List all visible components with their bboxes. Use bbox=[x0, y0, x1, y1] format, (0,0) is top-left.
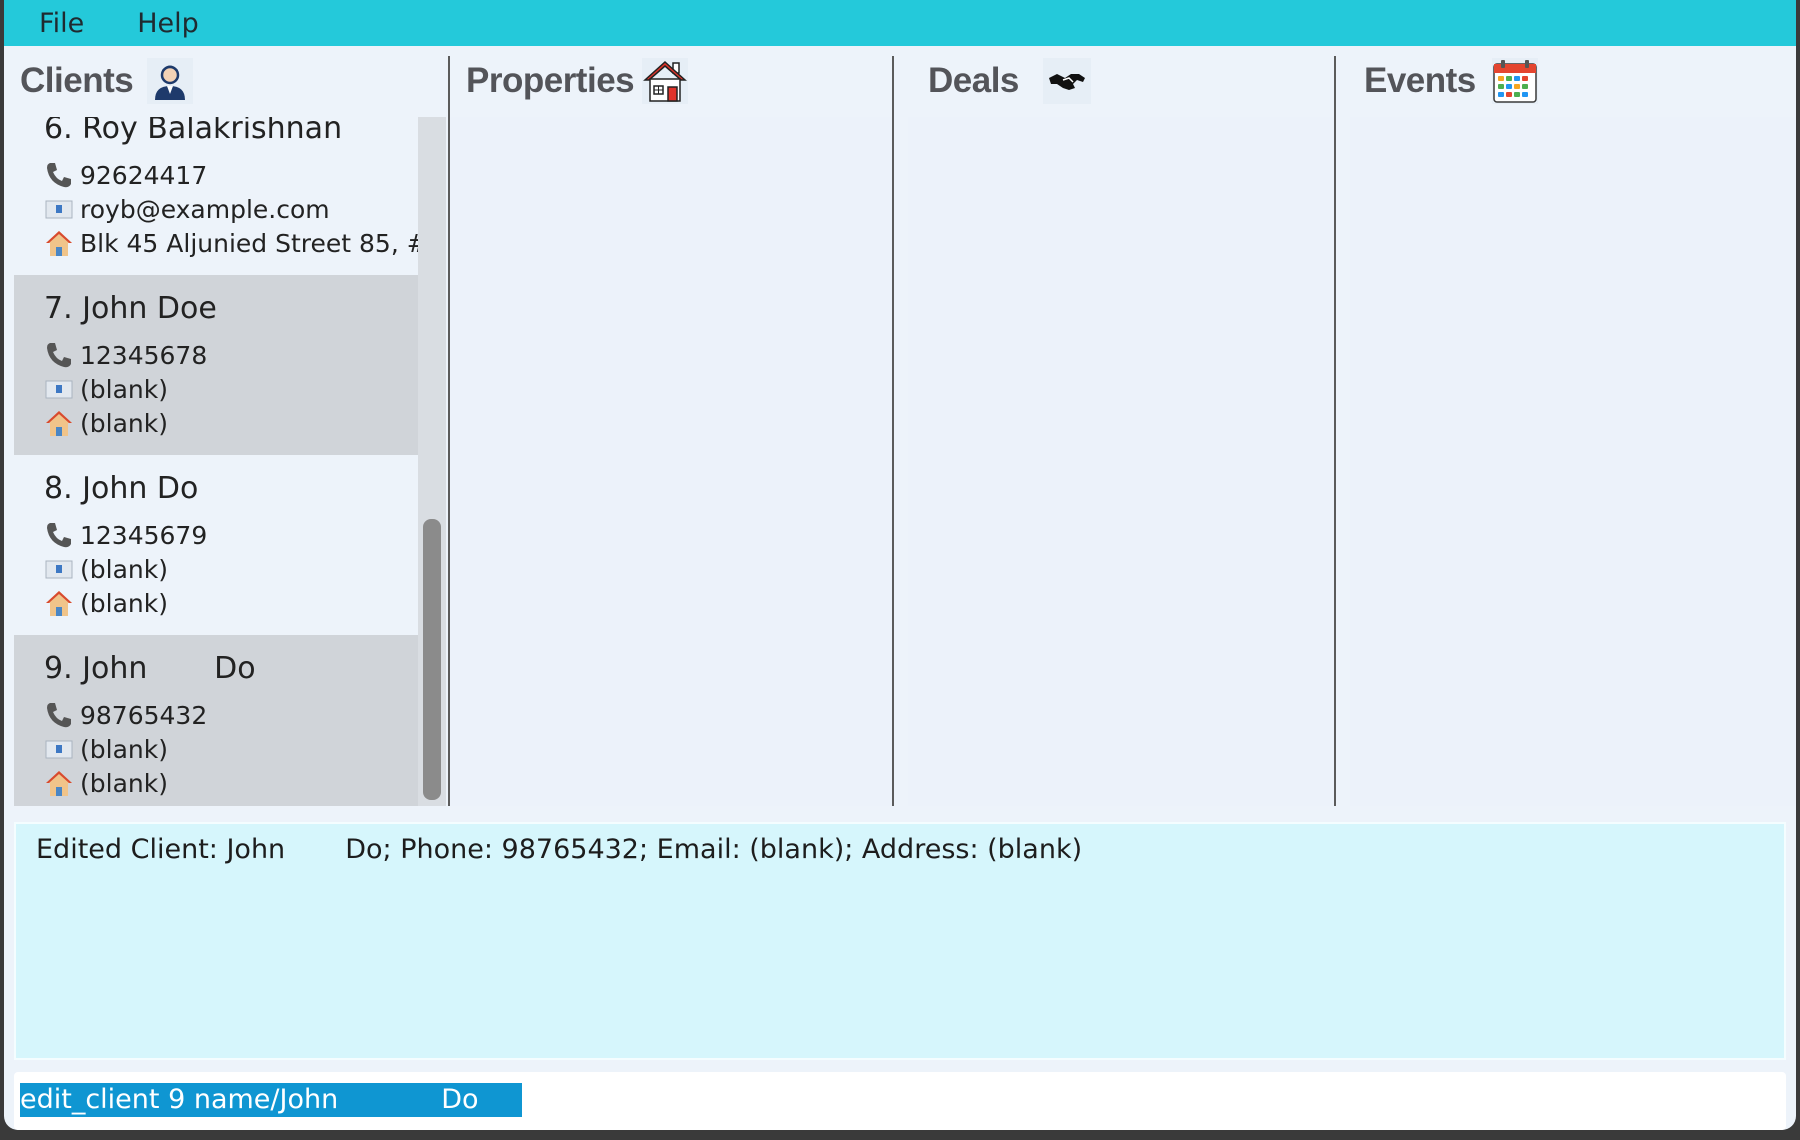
client-phone: 12345678 bbox=[80, 340, 208, 370]
client-email: (blank) bbox=[80, 734, 168, 764]
property-list[interactable] bbox=[450, 117, 892, 806]
handshake-icon bbox=[1042, 58, 1091, 104]
scrollbar-thumb[interactable] bbox=[423, 519, 441, 800]
client-card[interactable]: 6. Roy Balakrishnan 92624417 royb@exampl… bbox=[14, 117, 418, 275]
email-icon bbox=[44, 197, 80, 221]
command-text-selected[interactable]: edit_client 9 name/John Do bbox=[20, 1083, 522, 1117]
client-address-row: (blank) bbox=[44, 406, 168, 440]
email-icon bbox=[44, 377, 80, 401]
client-email-row: royb@example.com bbox=[44, 192, 330, 226]
menu-bar: File Help bbox=[4, 0, 1796, 46]
client-email: (blank) bbox=[80, 554, 168, 584]
house-icon bbox=[642, 58, 689, 104]
client-address: (blank) bbox=[80, 408, 168, 438]
house-small-icon bbox=[44, 408, 80, 438]
client-phone: 92624417 bbox=[80, 160, 208, 190]
properties-title: Properties bbox=[466, 61, 635, 100]
phone-icon bbox=[44, 340, 80, 370]
client-email-row: (blank) bbox=[44, 732, 168, 766]
house-small-icon bbox=[44, 588, 80, 618]
client-list-scrollbar[interactable] bbox=[418, 117, 446, 806]
email-icon bbox=[44, 737, 80, 761]
client-phone-row: 92624417 bbox=[44, 158, 207, 192]
events-header: Events bbox=[1364, 46, 1796, 116]
client-address-row: (blank) bbox=[44, 586, 168, 620]
result-display[interactable]: Edited Client: John Do; Phone: 98765432;… bbox=[14, 822, 1786, 1060]
client-name: 9. John Do bbox=[44, 651, 256, 686]
events-title: Events bbox=[1364, 61, 1476, 100]
calendar-icon bbox=[1491, 58, 1538, 104]
client-email: royb@example.com bbox=[80, 194, 330, 224]
deals-title: Deals bbox=[928, 61, 1019, 100]
client-card[interactable]: 9. John Do 98765432 (blank) (blank) bbox=[14, 635, 418, 806]
phone-icon bbox=[44, 520, 80, 550]
client-phone: 12345679 bbox=[80, 520, 208, 550]
client-address: (blank) bbox=[80, 588, 168, 618]
email-icon bbox=[44, 557, 80, 581]
client-email: (blank) bbox=[80, 374, 168, 404]
client-name: 7. John Doe bbox=[44, 291, 217, 326]
result-message: Edited Client: John Do; Phone: 98765432;… bbox=[36, 834, 1083, 865]
app-window: File Help Clients 6. Roy Balakrishnan 92… bbox=[4, 0, 1796, 1130]
client-email-row: (blank) bbox=[44, 372, 168, 406]
phone-icon bbox=[44, 160, 80, 190]
deal-list[interactable] bbox=[908, 117, 1336, 806]
client-person-icon bbox=[147, 58, 194, 104]
menu-file[interactable]: File bbox=[39, 8, 84, 39]
house-small-icon bbox=[44, 228, 80, 258]
client-address: Blk 45 Aljunied Street 85, #... bbox=[80, 228, 418, 258]
client-phone-row: 98765432 bbox=[44, 698, 207, 732]
clients-title: Clients bbox=[20, 61, 134, 100]
properties-panel: Properties bbox=[450, 46, 894, 806]
clients-header: Clients bbox=[20, 46, 446, 116]
client-phone-row: 12345678 bbox=[44, 338, 207, 372]
client-address-row: Blk 45 Aljunied Street 85, #... bbox=[44, 226, 418, 260]
menu-help[interactable]: Help bbox=[137, 8, 199, 39]
deals-header: Deals bbox=[928, 46, 1336, 116]
client-list[interactable]: 6. Roy Balakrishnan 92624417 royb@exampl… bbox=[14, 117, 418, 806]
deals-panel: Deals bbox=[894, 46, 1336, 806]
client-address: (blank) bbox=[80, 768, 168, 798]
client-address-row: (blank) bbox=[44, 766, 168, 800]
client-phone-row: 12345679 bbox=[44, 518, 207, 552]
phone-icon bbox=[44, 700, 80, 730]
properties-header: Properties bbox=[466, 46, 894, 116]
event-list[interactable] bbox=[1350, 117, 1796, 806]
client-card[interactable]: 8. John Do 12345679 (blank) (blank) bbox=[14, 455, 418, 635]
events-panel: Events bbox=[1336, 46, 1796, 806]
command-input[interactable]: edit_client 9 name/John Do bbox=[14, 1072, 1786, 1130]
client-name: 8. John Do bbox=[44, 471, 199, 506]
client-phone: 98765432 bbox=[80, 700, 208, 730]
client-card[interactable]: 7. John Doe 12345678 (blank) (blank) bbox=[14, 275, 418, 455]
house-small-icon bbox=[44, 768, 80, 798]
client-name: 6. Roy Balakrishnan bbox=[44, 117, 343, 146]
client-email-row: (blank) bbox=[44, 552, 168, 586]
